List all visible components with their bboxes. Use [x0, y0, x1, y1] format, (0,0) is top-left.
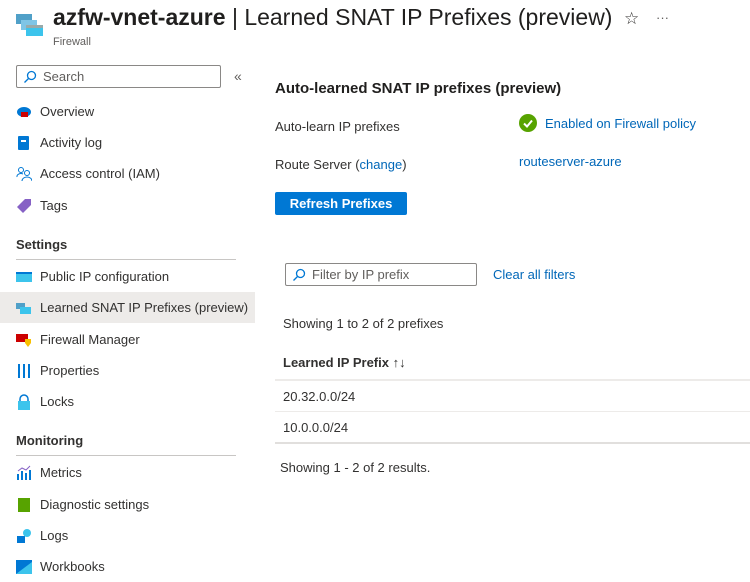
- sidebar-item-public-ip[interactable]: Public IP configuration: [0, 261, 255, 292]
- divider: [275, 442, 750, 444]
- search-icon: [24, 70, 37, 83]
- firewall-manager-icon: [16, 332, 32, 348]
- firewall-prefix-icon: [16, 300, 32, 316]
- sort-icon: ↑↓: [392, 355, 406, 370]
- collapse-sidebar-icon[interactable]: «: [234, 68, 242, 84]
- enabled-policy-link[interactable]: Enabled on Firewall policy: [545, 116, 696, 131]
- properties-icon: [16, 363, 32, 379]
- cloud-icon: [16, 104, 32, 120]
- column-header-learned-ip-prefix[interactable]: Learned IP Prefix ↑↓: [283, 355, 406, 370]
- workbooks-icon: [16, 559, 32, 575]
- sidebar-item-metrics[interactable]: Metrics: [0, 457, 255, 488]
- tag-icon: [16, 198, 32, 214]
- divider: [275, 379, 750, 381]
- sidebar-item-workbooks[interactable]: Workbooks: [0, 551, 255, 582]
- clear-filters-link[interactable]: Clear all filters: [493, 267, 575, 282]
- page-title: azfw-vnet-azure | Learned SNAT IP Prefix…: [53, 4, 613, 30]
- sidebar-item-properties[interactable]: Properties: [0, 355, 255, 386]
- sidebar-item-activity-log[interactable]: Activity log: [0, 127, 255, 158]
- sidebar-item-locks[interactable]: Locks: [0, 386, 255, 417]
- monitoring-header: Monitoring: [16, 433, 84, 448]
- sidebar-item-diagnostic-settings[interactable]: Diagnostic settings: [0, 489, 255, 520]
- showing-count: Showing 1 to 2 of 2 prefixes: [283, 316, 444, 331]
- firewall-resource-icon: [15, 10, 45, 38]
- refresh-prefixes-button[interactable]: Refresh Prefixes: [275, 192, 407, 215]
- sidebar-item-access-control[interactable]: Access control (IAM): [0, 158, 255, 189]
- sidebar-item-tags[interactable]: Tags: [0, 190, 255, 221]
- divider: [275, 411, 750, 412]
- public-ip-icon: [16, 269, 32, 285]
- route-server-link[interactable]: routeserver-azure: [519, 154, 622, 169]
- people-icon: [16, 166, 33, 182]
- table-row: 10.0.0.0/24: [283, 420, 349, 435]
- sidebar-item-learned-snat[interactable]: Learned SNAT IP Prefixes (preview): [0, 292, 255, 323]
- divider: [16, 455, 236, 456]
- more-options-icon[interactable]: ···: [656, 10, 669, 25]
- search-icon: [293, 268, 306, 281]
- results-footer: Showing 1 - 2 of 2 results.: [280, 460, 431, 475]
- lock-icon: [16, 393, 32, 410]
- log-book-icon: [16, 135, 32, 151]
- metrics-icon: [16, 465, 32, 481]
- logs-icon: [16, 528, 32, 544]
- divider: [16, 259, 236, 260]
- auto-learn-label: Auto-learn IP prefixes: [275, 119, 400, 134]
- auto-learn-status: Enabled on Firewall policy: [519, 114, 696, 132]
- resource-type: Firewall: [53, 36, 91, 48]
- sidebar-search-input[interactable]: Search: [16, 65, 221, 88]
- change-route-server-link[interactable]: change: [360, 157, 403, 172]
- table-row: 20.32.0.0/24: [283, 389, 356, 404]
- route-server-label: Route Server (change): [275, 157, 407, 172]
- section-heading: Auto-learned SNAT IP prefixes (preview): [275, 80, 562, 97]
- settings-header: Settings: [16, 237, 68, 252]
- sidebar-item-firewall-manager[interactable]: Firewall Manager: [0, 324, 255, 355]
- filter-ip-prefix-input[interactable]: Filter by IP prefix: [285, 263, 477, 286]
- favorite-star-icon[interactable]: ☆: [624, 9, 639, 29]
- diagnostic-icon: [16, 497, 32, 513]
- sidebar-item-logs[interactable]: Logs: [0, 520, 255, 551]
- sidebar-item-overview[interactable]: Overview: [0, 96, 255, 127]
- check-circle-icon: [519, 114, 537, 132]
